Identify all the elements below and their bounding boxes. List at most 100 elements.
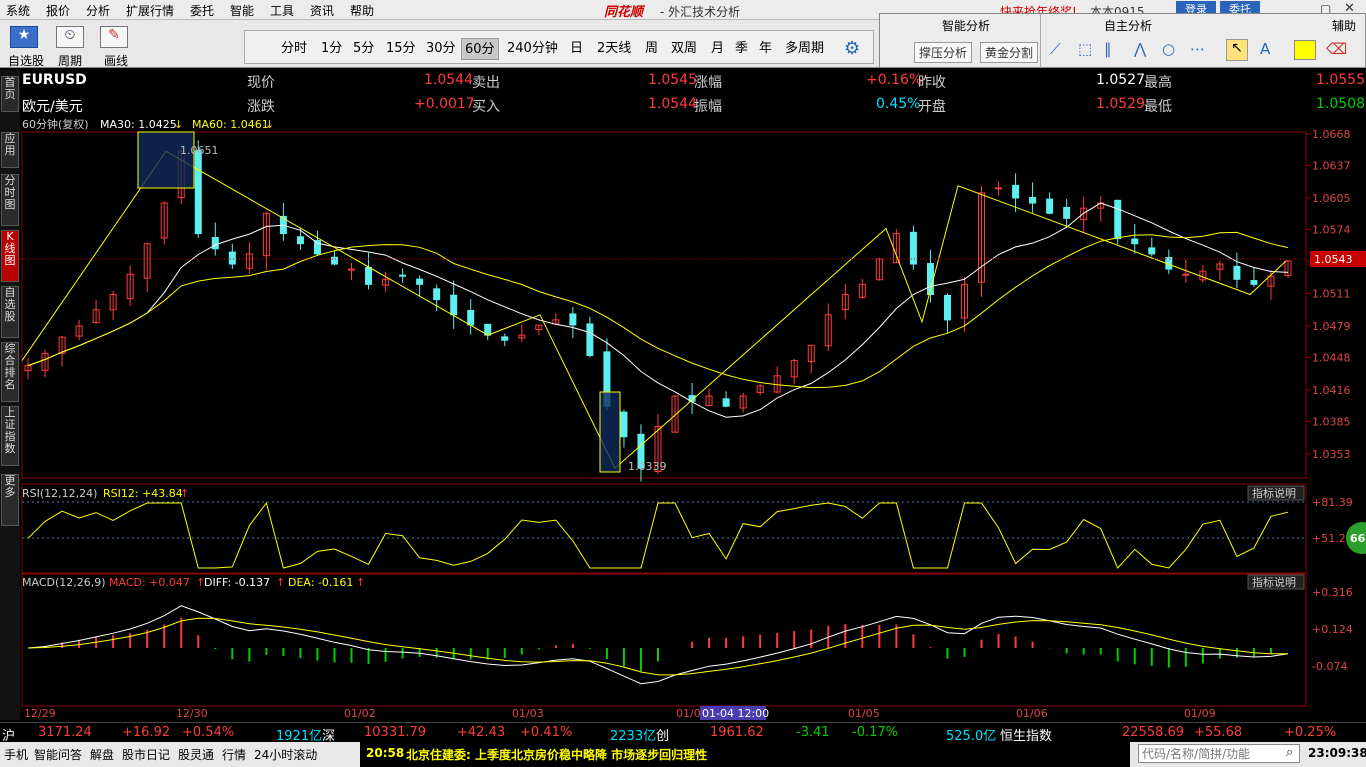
period-15m[interactable]: 15分 bbox=[383, 38, 419, 60]
period-multi[interactable]: 多周期 bbox=[782, 38, 827, 60]
sell-value: 1.0545 bbox=[648, 72, 697, 88]
bottom-qa[interactable]: 智能问答 bbox=[34, 746, 82, 763]
menu-analysis[interactable]: 分析 bbox=[86, 2, 110, 19]
text-icon[interactable]: A bbox=[1260, 40, 1270, 58]
tab-self-analysis[interactable]: 自主分析 bbox=[1104, 17, 1152, 34]
period-1m[interactable]: 1分 bbox=[318, 38, 345, 60]
search-icon[interactable]: ⌕ bbox=[1286, 745, 1293, 760]
menu-news[interactable]: 资讯 bbox=[310, 2, 334, 19]
gear-icon[interactable]: ⚙ bbox=[844, 38, 860, 59]
label-pct: 涨幅 bbox=[694, 75, 722, 91]
wave-icon[interactable]: ⋀ bbox=[1134, 40, 1146, 58]
candle-body bbox=[330, 256, 338, 265]
price-tick-label: 1.0385 bbox=[1312, 415, 1351, 428]
support-resistance-button[interactable]: 撑压分析 bbox=[914, 42, 973, 63]
bottom-lingtong[interactable]: 股灵通 bbox=[178, 746, 214, 763]
news-ticker[interactable]: 20:58 北京住建委: 上季度北京房价稳中略降 市场逐步回归理性 bbox=[360, 742, 1130, 767]
candle-body bbox=[722, 398, 730, 407]
trough-label: 1.0339 bbox=[628, 460, 667, 473]
price-tick-label: 1.0448 bbox=[1312, 351, 1351, 364]
quote-header: EURUSD 欧元/美元 现价 1.0544 卖出 1.0545 涨幅 +0.1… bbox=[20, 70, 1366, 118]
period-day[interactable]: 日 bbox=[567, 38, 586, 60]
search-input[interactable] bbox=[1138, 744, 1300, 763]
menu-quote[interactable]: 报价 bbox=[46, 2, 70, 19]
candle-body bbox=[1250, 280, 1258, 285]
candle-body bbox=[569, 313, 577, 326]
candle-body bbox=[620, 411, 628, 438]
macd-label: MACD(12,26,9) bbox=[22, 576, 106, 589]
period-30m[interactable]: 30分 bbox=[423, 38, 459, 60]
ma60-value: MA60: 1.0461 bbox=[192, 118, 269, 131]
tab-aux[interactable]: 辅助 bbox=[1332, 17, 1356, 34]
clock-icon[interactable]: ⏲ bbox=[56, 26, 84, 48]
hs-value: 22558.69 bbox=[1122, 725, 1185, 740]
eraser-icon[interactable]: ⌫ bbox=[1326, 40, 1347, 58]
channel-icon[interactable]: ∥ bbox=[1104, 40, 1112, 58]
period-2day[interactable]: 2天线 bbox=[594, 38, 634, 60]
circle-icon[interactable]: ○ bbox=[1162, 40, 1175, 58]
label-sell: 卖出 bbox=[472, 75, 500, 91]
main-indicator-label: 60分钟(复权) bbox=[22, 118, 89, 131]
bottom-market[interactable]: 行情 bbox=[222, 746, 246, 763]
menu-tools[interactable]: 工具 bbox=[270, 2, 294, 19]
dea-arrow: ↑ bbox=[356, 576, 365, 589]
label-low: 最低 bbox=[1144, 99, 1172, 115]
candle-body bbox=[1131, 238, 1139, 245]
candle-body bbox=[1046, 198, 1054, 214]
candle-body bbox=[1182, 273, 1190, 276]
news-headline: 北京住建委: 上季度北京房价稳中略降 市场逐步回归理性 bbox=[406, 748, 708, 762]
bottom-diary[interactable]: 股市日记 bbox=[122, 746, 170, 763]
period-2week[interactable]: 双周 bbox=[668, 38, 700, 60]
label-buy: 买入 bbox=[472, 99, 500, 115]
sz-value: 10331.79 bbox=[364, 725, 427, 740]
kline-chart[interactable]: 1.0668 1.0637 1.0605 1.0574 1.0543 1.0511 1.04… bbox=[0, 118, 1366, 720]
chart-bg bbox=[20, 118, 1366, 720]
symbol: EURUSD bbox=[22, 72, 87, 88]
bottom-mobile[interactable]: 手机 bbox=[4, 746, 28, 763]
trough-box bbox=[599, 391, 621, 473]
golden-ratio-button[interactable]: 黄金分割 bbox=[980, 42, 1039, 63]
candle-body bbox=[348, 268, 356, 271]
period-month[interactable]: 月 bbox=[708, 38, 727, 60]
menu-extended[interactable]: 扩展行情 bbox=[126, 2, 174, 19]
buy-value: 1.0544 bbox=[648, 96, 697, 112]
menu-smart[interactable]: 智能 bbox=[230, 2, 254, 19]
candle-body bbox=[467, 309, 475, 326]
period-week[interactable]: 周 bbox=[642, 38, 661, 60]
color-swatch[interactable] bbox=[1294, 40, 1316, 60]
watchlist-label[interactable]: 自选股 bbox=[8, 52, 44, 69]
price-tick-label: 1.0574 bbox=[1312, 223, 1351, 236]
sh-pct: +0.54% bbox=[182, 725, 235, 740]
nav-home[interactable]: 首页 bbox=[1, 76, 19, 112]
period-intraday[interactable]: 分时 bbox=[278, 38, 310, 60]
more-icon[interactable]: ⋯ bbox=[1190, 40, 1205, 58]
trendline-icon[interactable]: ⟋ bbox=[1050, 40, 1061, 58]
high-value: 1.0555 bbox=[1316, 72, 1365, 88]
pen-icon[interactable]: ✎ bbox=[100, 26, 128, 48]
ma60-label: ↓ bbox=[174, 118, 183, 131]
candle-body bbox=[995, 187, 1003, 190]
period-60m[interactable]: 60分 bbox=[461, 38, 499, 60]
time-tick-label: 12/29 bbox=[24, 707, 56, 720]
diff-value: DIFF: -0.137 bbox=[204, 576, 270, 589]
cursor-icon[interactable]: ↖ bbox=[1226, 39, 1248, 61]
period-5m[interactable]: 5分 bbox=[350, 38, 377, 60]
drawline-label[interactable]: 画线 bbox=[104, 52, 128, 69]
open-value: 1.0529 bbox=[1096, 96, 1145, 112]
period-year[interactable]: 年 bbox=[756, 38, 775, 60]
period-240m[interactable]: 240分钟 bbox=[504, 38, 561, 60]
bottom-24h[interactable]: 24小时滚动 bbox=[254, 746, 317, 763]
tab-smart-analysis[interactable]: 智能分析 bbox=[942, 17, 990, 34]
star-icon[interactable]: ★ bbox=[10, 26, 38, 48]
menu-trade[interactable]: 委托 bbox=[190, 2, 214, 19]
analysis-panel: 智能分析 自主分析 辅助 撑压分析 黄金分割 ⟋ ⬚ ∥ ⋀ ○ ⋯ ↖ A ⌫ bbox=[879, 13, 1366, 68]
label-open: 开盘 bbox=[918, 99, 946, 115]
period-quarter[interactable]: 季 bbox=[732, 38, 751, 60]
period-label[interactable]: 周期 bbox=[58, 52, 82, 69]
rect-icon[interactable]: ⬚ bbox=[1078, 40, 1092, 58]
menu-help[interactable]: 帮助 bbox=[350, 2, 374, 19]
bottom-analysis[interactable]: 解盘 bbox=[90, 746, 114, 763]
app-logo: 同花顺 bbox=[604, 5, 644, 20]
menu-system[interactable]: 系统 bbox=[6, 2, 30, 19]
label-high: 最高 bbox=[1144, 75, 1172, 91]
